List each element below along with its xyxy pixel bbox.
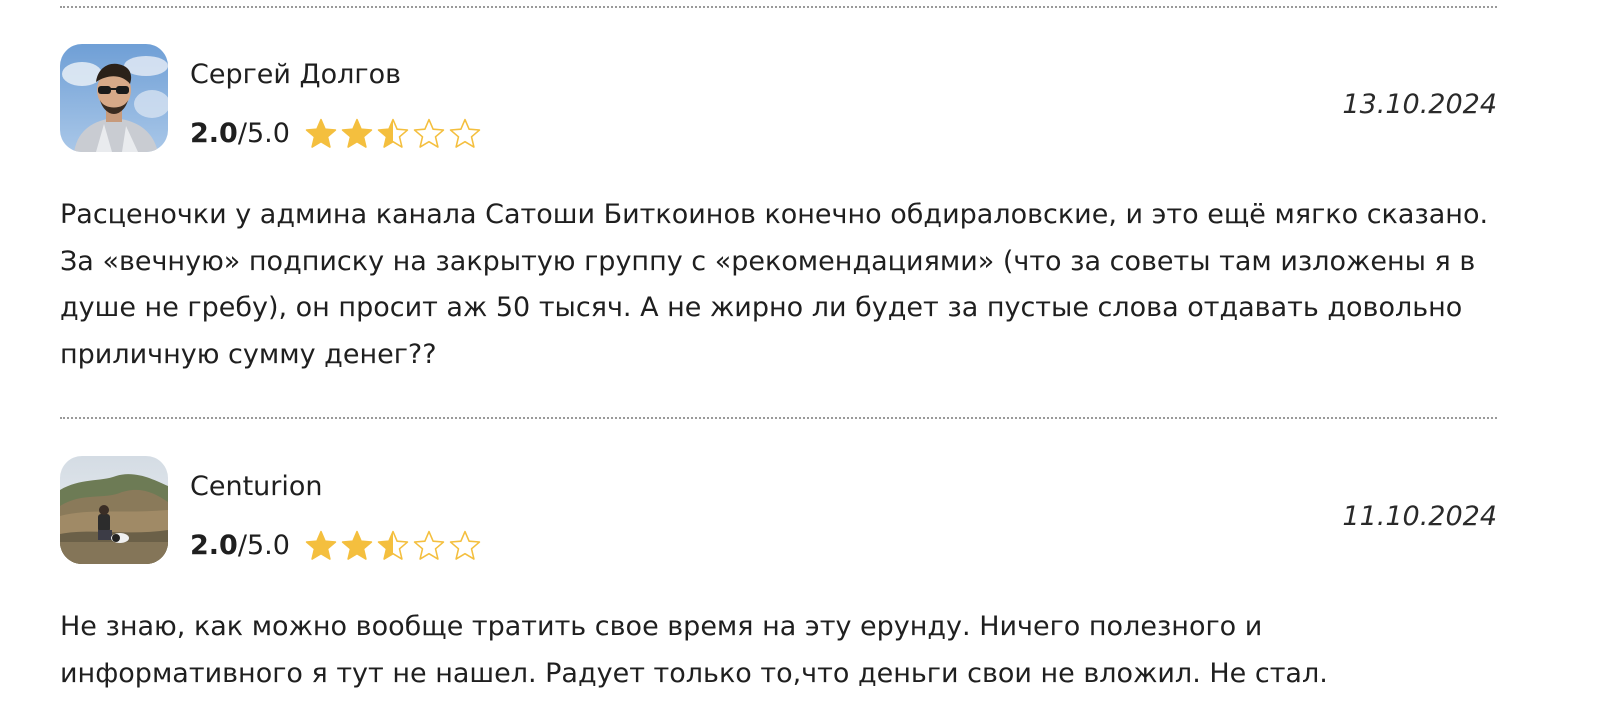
avatar[interactable] [60, 44, 168, 152]
rating-value: 2.0 [190, 118, 238, 149]
star-filled-icon [305, 118, 337, 148]
avatar-photo-icon [60, 456, 168, 564]
rating: 2.0/5.0 [190, 527, 482, 565]
star-outline-icon [413, 118, 445, 148]
review-author: Сергей Долгов [190, 59, 402, 90]
review-text: Не знаю, как можно вообще тратить свое в… [60, 611, 1328, 689]
rating: 2.0/5.0 [190, 115, 482, 153]
star-outline-icon [449, 530, 481, 560]
rating-max: /5.0 [237, 530, 290, 561]
star-half-icon [377, 530, 409, 560]
rating-score: 2.0/5.0 [190, 117, 290, 151]
rating-max: /5.0 [237, 118, 290, 149]
divider [60, 6, 1497, 8]
star-outline-icon [449, 118, 481, 148]
avatar[interactable] [60, 456, 168, 564]
divider [60, 417, 1497, 419]
star-filled-icon [341, 118, 373, 148]
star-half-icon [377, 118, 409, 148]
rating-stars [304, 117, 482, 151]
review-date: 11.10.2024 [1342, 501, 1497, 532]
star-filled-icon [341, 530, 373, 560]
review-text: Расценочки у админа канала Сатоши Биткои… [60, 199, 1489, 370]
reviews-list: Сергей Долгов 2.0/5.0 13.10.2024 Расцено… [0, 0, 1600, 725]
review-author: Centurion [190, 471, 323, 502]
rating-stars [304, 529, 482, 563]
star-outline-icon [413, 530, 445, 560]
review-date: 13.10.2024 [1342, 89, 1497, 120]
avatar-photo-icon [60, 44, 168, 152]
rating-value: 2.0 [190, 530, 238, 561]
rating-score: 2.0/5.0 [190, 529, 290, 563]
star-filled-icon [305, 530, 337, 560]
